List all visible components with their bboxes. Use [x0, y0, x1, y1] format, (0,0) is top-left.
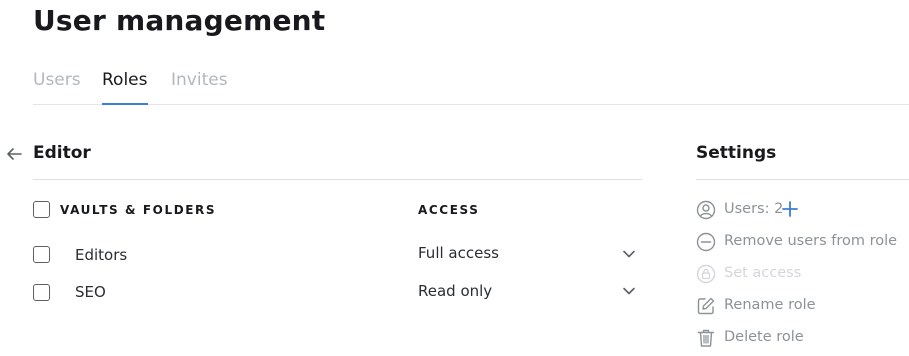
tab-users[interactable]: Users	[33, 70, 81, 90]
chevron-down-icon[interactable]	[622, 284, 636, 298]
chevron-down-icon[interactable]	[622, 247, 636, 261]
trash-icon	[697, 329, 715, 347]
active-tab-indicator	[102, 103, 148, 105]
access-column-header: ACCESS	[418, 203, 480, 217]
delete-role-label: Delete role	[724, 329, 804, 345]
tab-invites[interactable]: Invites	[171, 70, 228, 90]
row-checkbox-editors[interactable]	[33, 246, 50, 263]
remove-users-label: Remove users from role	[724, 233, 898, 249]
access-select-editors[interactable]: Full access	[418, 244, 499, 262]
tab-bar: Users Roles Invites	[33, 68, 909, 105]
arrow-left-icon[interactable]	[4, 144, 24, 164]
access-select-seo[interactable]: Read only	[418, 282, 492, 300]
role-divider	[33, 179, 642, 180]
rename-role-label: Rename role	[724, 297, 816, 313]
minus-circle-icon	[696, 232, 716, 252]
settings-title: Settings	[696, 143, 777, 163]
settings-divider	[696, 179, 909, 180]
vault-name-seo: SEO	[75, 283, 106, 301]
plus-icon[interactable]	[781, 200, 799, 218]
page-title: User management	[33, 4, 326, 37]
set-access-label: Set access	[724, 265, 802, 281]
row-checkbox-seo[interactable]	[33, 284, 50, 301]
vaults-column-header: VAULTS & FOLDERS	[60, 203, 217, 217]
lock-icon	[696, 264, 716, 284]
user-circle-icon	[696, 200, 716, 220]
vault-name-editors: Editors	[75, 246, 128, 264]
tab-roles[interactable]: Roles	[102, 70, 148, 90]
users-count-label: Users: 2	[724, 201, 784, 217]
role-name: Editor	[33, 143, 91, 163]
select-all-checkbox[interactable]	[33, 201, 50, 218]
edit-icon	[697, 297, 715, 315]
